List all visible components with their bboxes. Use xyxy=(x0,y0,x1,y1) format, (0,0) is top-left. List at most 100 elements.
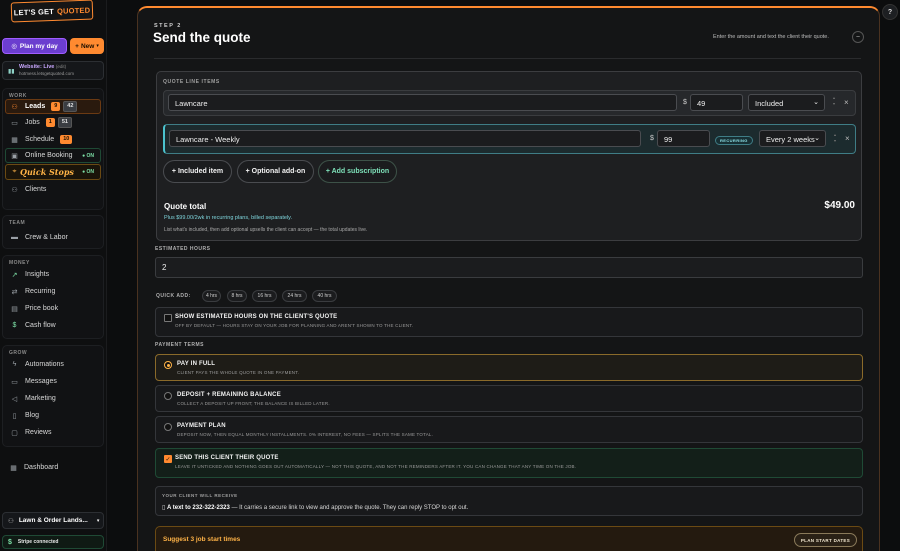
send-quote-title: SEND THIS CLIENT THEIR QUOTE xyxy=(175,455,279,461)
quote-total-value: $49.00 xyxy=(824,200,855,211)
sidebar-item-quick-stops[interactable]: ⌖ Quick Stops ● ON xyxy=(5,164,101,180)
group-title-grow: GROW xyxy=(9,350,28,356)
new-label: New xyxy=(80,42,95,50)
dashboard-icon: ▦ xyxy=(10,464,17,472)
sidebar-item-dashboard[interactable]: ▦ Dashboard xyxy=(2,459,104,476)
currency-symbol: $ xyxy=(650,135,654,142)
message-icon: ▭ xyxy=(11,378,18,386)
step-label: STEP 2 xyxy=(154,23,182,29)
remove-item-button[interactable]: × xyxy=(844,98,849,107)
remove-item-button[interactable]: × xyxy=(845,134,850,143)
currency-symbol: $ xyxy=(683,99,687,106)
item-price-input[interactable]: 49 xyxy=(690,94,743,111)
frequency-select[interactable]: Every 2 weeks ⌄ xyxy=(759,130,826,147)
nav-group-work: WORK ⚇ Leads 9 42 ▭ Jobs 1 51 ▦ Schedule 10 ▣ Onl… xyxy=(2,88,104,210)
help-button[interactable]: ? xyxy=(882,4,898,20)
send-quote-subtitle: LEAVE IT UNTICKED AND NOTHING GOES OUT A… xyxy=(175,464,577,469)
line-item-row: Lawncare $ 49 Included ⌄ ▴ ▾ × xyxy=(163,90,856,116)
radio[interactable] xyxy=(164,423,172,431)
group-title-money: MONEY xyxy=(9,260,30,266)
logo[interactable]: LET'S GET QUOTED xyxy=(10,0,94,23)
website-status-card[interactable]: ▮▮ Website: Live (edit) hotmess.letsgetq… xyxy=(2,61,104,80)
jobs-total-badge: 51 xyxy=(57,117,72,128)
nav-group-grow: GROW ϟ Automations ▭ Messages ◁ Marketing ▯… xyxy=(2,345,104,447)
reorder-arrows-icon[interactable]: ▴ ▾ xyxy=(831,95,837,107)
recurring-icon: ⇄ xyxy=(11,288,18,296)
phone-icon: ▯ xyxy=(162,505,166,511)
page-title: Send the quote xyxy=(153,30,251,45)
calendar-icon: ▦ xyxy=(11,136,18,144)
plus-icon: + xyxy=(75,42,79,50)
account-switcher[interactable]: ⚇ Lawn & Order Lands... ▾ xyxy=(2,512,104,529)
sidebar-item-marketing[interactable]: ◁ Marketing xyxy=(3,390,103,407)
sidebar-item-blog[interactable]: ▯ Blog xyxy=(3,407,103,424)
bolt-icon: ϟ xyxy=(12,361,17,368)
client-receive-box: YOUR CLIENT WILL RECEIVE ▯ A text to 232… xyxy=(155,486,863,516)
chevron-down-icon: ⌄ xyxy=(814,135,820,142)
sidebar-item-jobs[interactable]: ▭ Jobs 1 51 xyxy=(3,114,103,131)
quick-add-chip[interactable]: 4 hrs xyxy=(202,290,221,302)
payment-option-deposit[interactable]: DEPOSIT + REMAINING BALANCE COLLECT A DE… xyxy=(155,385,863,412)
sidebar-item-cash-flow[interactable]: $ Cash flow xyxy=(3,317,103,334)
blog-icon: ▯ xyxy=(12,412,17,420)
show-hours-title: SHOW ESTIMATED HOURS ON THE CLIENT'S QUO… xyxy=(175,314,338,320)
reviews-icon: ▢ xyxy=(11,429,18,437)
sidebar-item-reviews[interactable]: ▢ Reviews xyxy=(3,424,103,441)
nav-group-team: TEAM ▬ Crew & Labor xyxy=(2,215,104,249)
estimated-hours-input[interactable]: 2 xyxy=(155,257,863,278)
cash-icon: $ xyxy=(12,322,17,329)
app: LET'S GET QUOTED ◎ Plan my day + New ▾ ▮▮ We… xyxy=(0,0,900,551)
sidebar-item-clients[interactable]: ⚇ Clients xyxy=(3,181,103,198)
collapse-button[interactable]: – xyxy=(852,31,864,43)
add-optional-addon-button[interactable]: + Optional add-on xyxy=(237,160,314,183)
nav-group-money: MONEY ↗ Insights ⇄ Recurring ▤ Price book $… xyxy=(2,255,104,339)
show-hours-subtitle: OFF BY DEFAULT — HOURS STAY ON YOUR JOB … xyxy=(175,323,414,328)
pin-icon: ⌖ xyxy=(12,168,17,175)
minus-icon: – xyxy=(856,34,860,40)
show-hours-checkbox[interactable] xyxy=(164,314,172,322)
item-name-input[interactable]: Lawncare - Weekly xyxy=(169,130,641,147)
quick-stops-on-status: ● ON xyxy=(82,169,94,175)
book-icon: ▤ xyxy=(11,305,18,313)
plan-start-dates-button[interactable]: PLAN START DATES xyxy=(793,533,857,547)
send-quote-option[interactable]: ✓ SEND THIS CLIENT THEIR QUOTE LEAVE IT … xyxy=(155,448,863,478)
sidebar-item-price-book[interactable]: ▤ Price book xyxy=(3,300,103,317)
sidebar-item-online-booking[interactable]: ▣ Online Booking ● ON xyxy=(5,148,101,163)
booking-on-status: ● ON xyxy=(82,152,94,159)
add-included-item-button[interactable]: + Included item xyxy=(163,160,232,183)
item-name-input[interactable]: Lawncare xyxy=(168,94,677,111)
page-subtitle: Enter the amount and text the client the… xyxy=(713,34,829,40)
payment-option-pay-in-full[interactable]: PAY IN FULL CLIENT PAYS THE WHOLE QUOTE … xyxy=(155,354,863,381)
recurring-badge: RECURRING xyxy=(715,136,753,145)
quote-panel: STEP 2 Send the quote Enter the amount a… xyxy=(137,6,880,551)
show-hours-option[interactable]: SHOW ESTIMATED HOURS ON THE CLIENT'S QUO… xyxy=(155,307,863,337)
stripe-status[interactable]: $ Stripe connected xyxy=(2,535,104,549)
quick-add-chip[interactable]: 40 hrs xyxy=(312,290,337,302)
suggest-start-times: Suggest 3 job start times PLAN START DAT… xyxy=(155,526,863,551)
radio[interactable] xyxy=(164,392,172,400)
add-subscription-button[interactable]: + Add subscription xyxy=(318,160,397,183)
send-quote-checkbox[interactable]: ✓ xyxy=(164,455,172,463)
reorder-arrows-icon[interactable]: ▴ ▾ xyxy=(832,132,838,144)
sidebar-item-leads[interactable]: ⚇ Leads 9 42 xyxy=(5,99,101,114)
website-edit-link[interactable]: (edit) xyxy=(56,64,66,69)
sidebar-item-automations[interactable]: ϟ Automations xyxy=(3,356,103,373)
quick-add-chip[interactable]: 16 hrs xyxy=(252,290,277,302)
payment-option-payment-plan[interactable]: PAYMENT PLAN DEPOSIT NOW, THEN EQUAL MON… xyxy=(155,416,863,443)
divider xyxy=(154,58,861,59)
sidebar-item-recurring[interactable]: ⇄ Recurring xyxy=(3,283,103,300)
account-name: Lawn & Order Lands... xyxy=(18,517,88,524)
quick-add-chip[interactable]: 24 hrs xyxy=(282,290,307,302)
item-price-input[interactable]: 99 xyxy=(657,130,710,147)
receive-label: YOUR CLIENT WILL RECEIVE xyxy=(162,493,238,498)
quick-add-chip[interactable]: 8 hrs xyxy=(227,290,247,302)
sidebar-item-insights[interactable]: ↗ Insights xyxy=(3,266,103,283)
plan-my-day-button[interactable]: ◎ Plan my day xyxy=(2,38,67,54)
sidebar-item-schedule[interactable]: ▦ Schedule 10 xyxy=(3,131,103,148)
new-button[interactable]: + New ▾ xyxy=(70,38,104,54)
sidebar-item-crew[interactable]: ▬ Crew & Labor xyxy=(3,229,103,246)
insights-icon: ↗ xyxy=(11,271,18,279)
radio-selected[interactable] xyxy=(164,361,172,369)
item-type-select[interactable]: Included ⌄ xyxy=(748,94,825,111)
sidebar-item-messages[interactable]: ▭ Messages xyxy=(3,373,103,390)
